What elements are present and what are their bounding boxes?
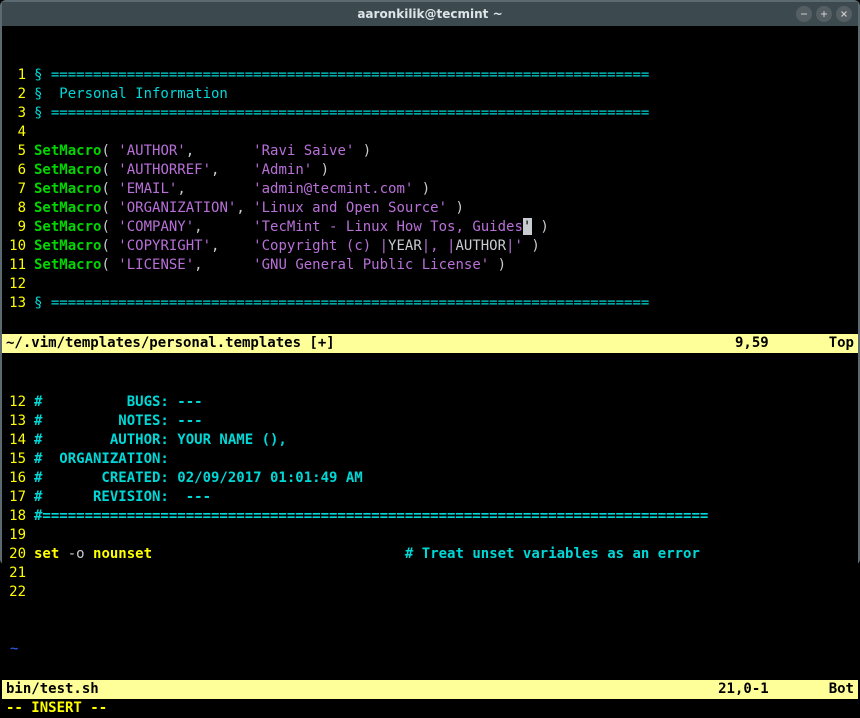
line-code[interactable]: #=======================================… [34, 507, 854, 526]
line-code[interactable]: SetMacro( 'EMAIL', 'admin@tecmint.com' ) [34, 180, 854, 199]
window-title: aaronkilik@tecmint ~ [357, 7, 502, 21]
bottom-statusbar: bin/test.sh 21,0-1 Bot [2, 680, 858, 699]
close-button[interactable] [836, 6, 852, 22]
line-number: 5 [6, 142, 34, 161]
code-line[interactable]: 15# ORGANIZATION: [6, 450, 854, 469]
bottom-pane-content[interactable]: 12# BUGS: ---13# NOTES: ---14# AUTHOR: Y… [6, 393, 854, 602]
code-line[interactable]: 1§ =====================================… [6, 66, 854, 85]
window-titlebar: aaronkilik@tecmint ~ [2, 2, 858, 26]
line-number: 22 [6, 583, 34, 602]
line-number: 3 [6, 104, 34, 123]
code-line[interactable]: 2§ Personal Information [6, 85, 854, 104]
status-scroll: Top [829, 334, 854, 353]
line-code[interactable] [34, 526, 854, 545]
code-line[interactable]: 10SetMacro( 'COPYRIGHT', 'Copyright (c) … [6, 237, 854, 256]
code-line[interactable]: 11SetMacro( 'LICENSE', 'GNU General Publ… [6, 256, 854, 275]
line-number: 13 [6, 294, 34, 313]
top-statusbar: ~/.vim/templates/personal.templates [+] … [2, 334, 858, 353]
line-number: 14 [6, 431, 34, 450]
code-line[interactable]: 13# NOTES: --- [6, 412, 854, 431]
cursor: ' [523, 218, 532, 235]
line-number: 6 [6, 161, 34, 180]
line-code[interactable]: § ======================================… [34, 104, 854, 123]
line-number: 12 [6, 275, 34, 294]
code-line[interactable]: 7SetMacro( 'EMAIL', 'admin@tecmint.com' … [6, 180, 854, 199]
code-line[interactable]: 8SetMacro( 'ORGANIZATION', 'Linux and Op… [6, 199, 854, 218]
line-code[interactable]: # CREATED: 02/09/2017 01:01:49 AM [34, 469, 854, 488]
code-line[interactable]: 4 [6, 123, 854, 142]
line-number: 1 [6, 66, 34, 85]
vim-bottom-pane[interactable]: 12# BUGS: ---13# NOTES: ---14# AUTHOR: Y… [2, 353, 858, 680]
code-line[interactable]: 3§ =====================================… [6, 104, 854, 123]
code-line[interactable]: 22 [6, 583, 854, 602]
line-number: 18 [6, 507, 34, 526]
code-line[interactable]: 18#=====================================… [6, 507, 854, 526]
status-filename: ~/.vim/templates/personal.templates [+] [6, 334, 735, 353]
window-controls [796, 6, 852, 22]
line-number: 16 [6, 469, 34, 488]
line-code[interactable]: # NOTES: --- [34, 412, 854, 431]
code-line[interactable]: 17# REVISION: --- [6, 488, 854, 507]
line-number: 9 [6, 218, 34, 237]
line-number: 8 [6, 199, 34, 218]
line-code[interactable] [34, 583, 854, 602]
code-line[interactable]: 16# CREATED: 02/09/2017 01:01:49 AM [6, 469, 854, 488]
code-line[interactable]: 9SetMacro( 'COMPANY', 'TecMint - Linux H… [6, 218, 854, 237]
line-number: 7 [6, 180, 34, 199]
minimize-button[interactable] [796, 6, 812, 22]
code-line[interactable]: 6SetMacro( 'AUTHORREF', 'Admin' ) [6, 161, 854, 180]
line-code[interactable]: SetMacro( 'ORGANIZATION', 'Linux and Ope… [34, 199, 854, 218]
line-code[interactable]: SetMacro( 'COPYRIGHT', 'Copyright (c) |Y… [34, 237, 854, 256]
line-code[interactable]: # ORGANIZATION: [34, 450, 854, 469]
code-line[interactable]: 13§ ====================================… [6, 294, 854, 313]
status-cursor-pos: 9,59 [735, 334, 829, 353]
line-number: 19 [6, 526, 34, 545]
line-code[interactable]: SetMacro( 'AUTHORREF', 'Admin' ) [34, 161, 854, 180]
line-number: 15 [6, 450, 34, 469]
line-code[interactable]: # BUGS: --- [34, 393, 854, 412]
line-number: 4 [6, 123, 34, 142]
code-line[interactable]: 5SetMacro( 'AUTHOR', 'Ravi Saive' ) [6, 142, 854, 161]
code-line[interactable]: 14# AUTHOR: YOUR NAME (), [6, 431, 854, 450]
vim-editor[interactable]: 1§ =====================================… [2, 26, 858, 334]
code-line[interactable]: 12 [6, 275, 854, 294]
line-code[interactable] [34, 123, 854, 142]
line-code[interactable] [34, 564, 854, 583]
code-line[interactable]: 19 [6, 526, 854, 545]
code-line[interactable]: 20set -o nounset # Treat unset variables… [6, 545, 854, 564]
line-code[interactable]: # AUTHOR: YOUR NAME (), [34, 431, 854, 450]
line-code[interactable]: SetMacro( 'COMPANY', 'TecMint - Linux Ho… [34, 218, 854, 237]
line-code[interactable]: SetMacro( 'AUTHOR', 'Ravi Saive' ) [34, 142, 854, 161]
line-number: 12 [6, 393, 34, 412]
line-number: 10 [6, 237, 34, 256]
code-line[interactable]: 12# BUGS: --- [6, 393, 854, 412]
line-code[interactable]: § Personal Information [34, 85, 854, 104]
line-number: 17 [6, 488, 34, 507]
tilde-line: ~ [6, 640, 854, 659]
maximize-button[interactable] [816, 6, 832, 22]
line-number: 2 [6, 85, 34, 104]
line-code[interactable] [34, 275, 854, 294]
code-line[interactable]: 21 [6, 564, 854, 583]
line-code[interactable]: SetMacro( 'LICENSE', 'GNU General Public… [34, 256, 854, 275]
line-number: 13 [6, 412, 34, 431]
status-cursor-pos: 21,0-1 [718, 680, 829, 699]
vim-mode: -- INSERT -- [2, 699, 858, 718]
line-code[interactable]: # REVISION: --- [34, 488, 854, 507]
line-code[interactable]: § ======================================… [34, 66, 854, 85]
status-scroll: Bot [829, 680, 854, 699]
line-number: 20 [6, 545, 34, 564]
line-number: 11 [6, 256, 34, 275]
status-filename: bin/test.sh [6, 680, 718, 699]
line-code[interactable]: set -o nounset # Treat unset variables a… [34, 545, 854, 564]
line-code[interactable]: § ======================================… [34, 294, 854, 313]
line-number: 21 [6, 564, 34, 583]
top-pane-content[interactable]: 1§ =====================================… [6, 66, 854, 313]
